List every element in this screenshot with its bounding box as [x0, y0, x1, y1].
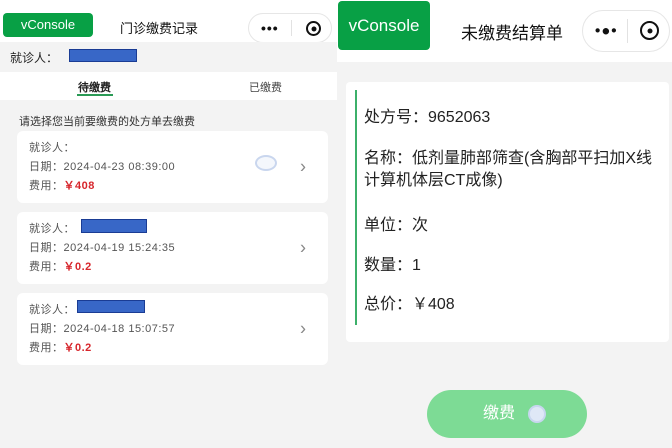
item-name: 名称：低剂量肺部筛查(含胸部平扫加X线计算机体层CT成像) — [364, 150, 653, 189]
patient-label: 就诊人： — [10, 51, 59, 65]
card-fee-label: 费用： — [29, 180, 64, 192]
item-quantity: 数量：1 — [364, 257, 421, 274]
card-date-row: 日期：2024-04-23 08:39:00 — [29, 158, 175, 174]
vconsole-label: vConsole — [20, 17, 76, 32]
pay-button[interactable]: 缴费 — [427, 390, 587, 438]
card-fee-label: 费用： — [29, 342, 64, 354]
card-accent-bar — [355, 90, 357, 325]
redacted-patient-name — [69, 49, 137, 62]
patient-row[interactable]: 就诊人： — [0, 42, 337, 70]
card-date-row: 日期：2024-04-18 15:07:57 — [29, 320, 175, 336]
redacted-patient-name — [81, 219, 147, 233]
right-nav-bar: vConsole 未缴费结算单 •●• — [337, 0, 672, 62]
card-date: 2024-04-18 15:07:57 — [63, 323, 176, 335]
card-patient-label: 就诊人： — [29, 142, 75, 154]
mini-program-capsule: ••• — [248, 13, 332, 43]
item-unit: 单位：次 — [364, 217, 429, 234]
loading-spinner-icon — [528, 405, 546, 423]
vconsole-button[interactable]: vConsole — [338, 1, 430, 50]
pay-button-label: 缴费 — [482, 405, 515, 422]
card-date-label: 日期： — [29, 242, 64, 254]
left-screen: vConsole 门诊缴费记录 ••• 就诊人： 待缴费 已缴费 请选择您当前要… — [0, 0, 337, 448]
chevron-right-icon[interactable]: › — [300, 319, 306, 340]
card-patient-label: 就诊人： — [29, 304, 75, 316]
card-date-label: 日期： — [29, 161, 64, 173]
redacted-patient-name — [77, 300, 145, 313]
prescription-card[interactable]: 就诊人： 日期：2024-04-23 08:39:00 费用：￥408 › — [17, 131, 328, 203]
capsule-divider — [627, 19, 628, 43]
prescription-card[interactable]: 就诊人： 日期：2024-04-18 15:07:57 费用：￥0.2 › — [17, 293, 328, 365]
card-fee-row: 费用：￥0.2 — [29, 258, 92, 274]
item-total: 总价：￥408 — [364, 296, 455, 313]
card-date-label: 日期： — [29, 323, 64, 335]
page-title: 未缴费结算单 — [461, 24, 563, 43]
more-dots-icon[interactable]: ••• — [261, 20, 279, 36]
chevron-right-icon[interactable]: › — [300, 157, 306, 178]
target-icon[interactable] — [306, 21, 321, 36]
tab-paid[interactable]: 已缴费 — [249, 79, 282, 95]
card-fee: ￥408 — [63, 180, 95, 192]
target-icon[interactable] — [640, 21, 659, 40]
mini-program-capsule: •●• — [582, 10, 670, 52]
loading-spinner-icon — [255, 155, 277, 171]
vconsole-button[interactable]: vConsole — [3, 13, 93, 37]
prescription-card[interactable]: 就诊人： 日期：2024-04-19 15:24:35 费用：￥0.2 › — [17, 212, 328, 284]
card-date-row: 日期：2024-04-19 15:24:35 — [29, 239, 175, 255]
selection-hint: 请选择您当前要缴费的处方单去缴费 — [19, 116, 195, 128]
more-dots-icon[interactable]: •●• — [595, 23, 618, 40]
card-date: 2024-04-23 08:39:00 — [63, 161, 176, 173]
card-fee-label: 费用： — [29, 261, 64, 273]
tab-bar: 待缴费 已缴费 — [0, 72, 337, 100]
card-fee-row: 费用：￥408 — [29, 177, 95, 193]
tab-active-indicator — [77, 94, 113, 96]
card-patient-label: 就诊人： — [29, 223, 75, 235]
card-fee: ￥0.2 — [63, 342, 92, 354]
card-fee-row: 费用：￥0.2 — [29, 339, 92, 355]
right-screen: vConsole 未缴费结算单 •●• 处方号：9652063 名称：低剂量肺部… — [337, 0, 672, 448]
capsule-divider — [291, 19, 292, 37]
vconsole-label: vConsole — [348, 16, 420, 35]
card-fee: ￥0.2 — [63, 261, 92, 273]
tab-unpaid[interactable]: 待缴费 — [78, 79, 111, 95]
chevron-right-icon[interactable]: › — [300, 238, 306, 259]
prescription-number: 处方号：9652063 — [364, 109, 491, 126]
left-nav-bar: vConsole 门诊缴费记录 ••• — [0, 0, 337, 43]
page-title: 门诊缴费记录 — [120, 21, 199, 36]
settlement-detail-card: 处方号：9652063 名称：低剂量肺部筛查(含胸部平扫加X线计算机体层CT成像… — [346, 82, 669, 342]
card-date: 2024-04-19 15:24:35 — [63, 242, 176, 254]
